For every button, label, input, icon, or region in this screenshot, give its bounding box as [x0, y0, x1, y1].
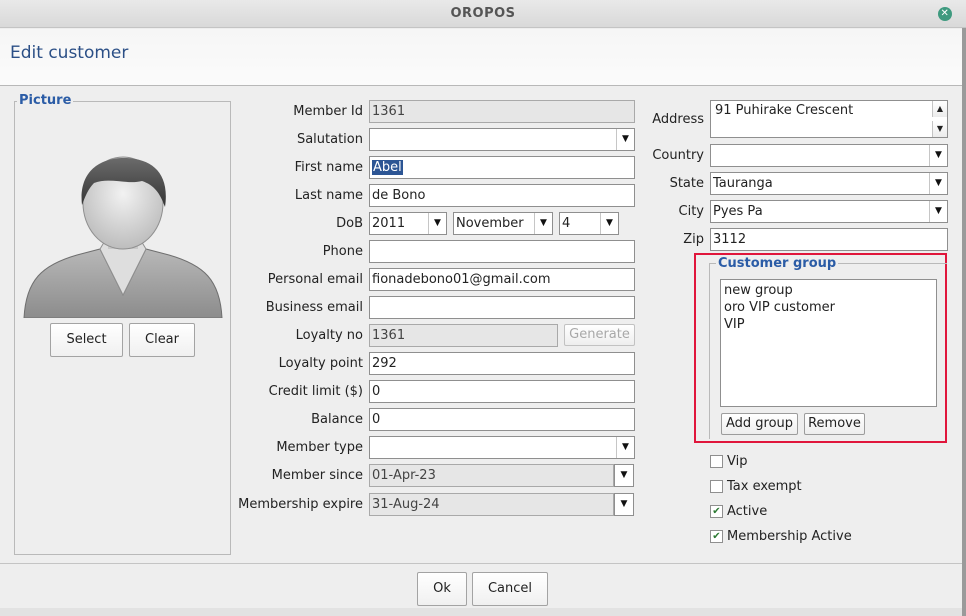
member-id-label: Member Id: [293, 104, 363, 119]
first-name-value: Abel: [372, 160, 403, 175]
close-icon[interactable]: ✕: [938, 7, 952, 21]
address-value: 91 Puhirake Crescent: [715, 103, 854, 118]
state-label: State: [669, 176, 704, 191]
vip-checkbox[interactable]: Vip: [710, 454, 830, 472]
personal-email-label: Personal email: [267, 272, 363, 287]
chevron-down-icon[interactable]: ▼: [534, 213, 552, 234]
chevron-down-icon[interactable]: ▼: [614, 464, 634, 487]
cancel-button[interactable]: Cancel: [472, 572, 548, 606]
credit-limit-label: Credit limit ($): [268, 384, 363, 399]
credit-limit-field[interactable]: 0: [369, 380, 635, 403]
chevron-down-icon[interactable]: ▼: [600, 213, 618, 234]
balance-field[interactable]: 0: [369, 408, 635, 431]
chevron-down-icon[interactable]: ▼: [616, 129, 634, 150]
salutation-select[interactable]: ▼: [369, 128, 635, 151]
salutation-label: Salutation: [296, 132, 363, 147]
vip-label: Vip: [727, 454, 748, 469]
dob-month-select[interactable]: November ▼: [453, 212, 553, 235]
city-select[interactable]: Pyes Pa ▼: [710, 200, 948, 223]
phone-field[interactable]: [369, 240, 635, 263]
personal-email-field[interactable]: fionadebono01@gmail.com: [369, 268, 635, 291]
state-value: Tauranga: [713, 176, 773, 191]
balance-label: Balance: [311, 412, 363, 427]
active-checkbox[interactable]: ✔ Active: [710, 504, 830, 522]
chevron-down-icon[interactable]: ▼: [616, 437, 634, 458]
window-title: OROPOS: [450, 6, 516, 21]
business-email-field[interactable]: [369, 296, 635, 319]
dialog-header: Edit customer: [0, 29, 962, 86]
generate-button[interactable]: Generate: [564, 324, 635, 346]
loyalty-point-field[interactable]: 292: [369, 352, 635, 375]
background-window-strip: [0, 608, 962, 616]
user-avatar-icon: [23, 156, 223, 318]
list-item[interactable]: oro VIP customer: [724, 299, 933, 316]
member-type-select[interactable]: ▼: [369, 436, 635, 459]
zip-label: Zip: [683, 232, 704, 247]
phone-label: Phone: [322, 244, 363, 259]
chevron-down-icon[interactable]: ▼: [428, 213, 446, 234]
last-name-field[interactable]: de Bono: [369, 184, 635, 207]
window-titlebar: OROPOS ✕: [0, 0, 966, 28]
address-label: Address: [652, 112, 704, 127]
dob-label: DoB: [336, 216, 363, 231]
last-name-label: Last name: [294, 188, 363, 203]
first-name-label: First name: [294, 160, 363, 175]
first-name-field[interactable]: Abel: [369, 156, 635, 179]
member-id-field[interactable]: 1361: [369, 100, 635, 123]
page-title: Edit customer: [10, 43, 129, 63]
tax-exempt-label: Tax exempt: [727, 479, 802, 494]
check-icon[interactable]: ✔: [710, 505, 723, 518]
loyalty-point-label: Loyalty point: [278, 356, 363, 371]
checkbox-box[interactable]: [710, 455, 723, 468]
list-item[interactable]: new group: [724, 282, 933, 299]
ok-button[interactable]: Ok: [417, 572, 467, 606]
loyalty-no-label: Loyalty no: [295, 328, 363, 343]
membership-active-checkbox[interactable]: ✔ Membership Active: [710, 529, 852, 547]
city-value: Pyes Pa: [713, 204, 763, 219]
list-item[interactable]: VIP: [724, 316, 933, 333]
customer-group-list[interactable]: new group oro VIP customer VIP: [720, 279, 937, 407]
business-email-label: Business email: [265, 300, 363, 315]
remove-group-button[interactable]: Remove: [804, 413, 865, 435]
tax-exempt-checkbox[interactable]: Tax exempt: [710, 479, 830, 497]
zip-field[interactable]: 3112: [710, 228, 948, 251]
member-since-label: Member since: [271, 468, 363, 483]
member-since-field[interactable]: 01-Apr-23: [369, 464, 614, 487]
select-picture-button[interactable]: Select: [50, 323, 123, 357]
chevron-down-icon[interactable]: ▼: [614, 493, 634, 516]
member-type-label: Member type: [276, 440, 363, 455]
active-label: Active: [727, 504, 768, 519]
picture-legend: Picture: [17, 93, 74, 108]
membership-active-label: Membership Active: [727, 529, 852, 544]
customer-group-legend: Customer group: [716, 256, 839, 271]
country-select[interactable]: ▼: [710, 144, 948, 167]
chevron-down-icon[interactable]: ▼: [929, 173, 947, 194]
dob-month-value: November: [456, 216, 524, 231]
dob-year-select[interactable]: 2011 ▼: [369, 212, 447, 235]
state-select[interactable]: Tauranga ▼: [710, 172, 948, 195]
window-edge: [962, 28, 966, 616]
add-group-button[interactable]: Add group: [721, 413, 798, 435]
city-label: City: [678, 204, 704, 219]
check-icon[interactable]: ✔: [710, 530, 723, 543]
clear-picture-button[interactable]: Clear: [129, 323, 195, 357]
membership-expire-field[interactable]: 31-Aug-24: [369, 493, 614, 516]
footer-divider: [0, 563, 962, 564]
chevron-down-icon[interactable]: ▼: [929, 201, 947, 222]
dob-year-value: 2011: [372, 216, 406, 231]
membership-expire-label: Membership expire: [238, 497, 363, 512]
dob-day-value: 4: [562, 216, 571, 231]
dob-day-select[interactable]: 4 ▼: [559, 212, 619, 235]
scroll-up-icon[interactable]: ▲: [932, 101, 947, 117]
checkbox-box[interactable]: [710, 480, 723, 493]
scroll-down-icon[interactable]: ▼: [932, 121, 947, 137]
chevron-down-icon[interactable]: ▼: [929, 145, 947, 166]
address-textarea[interactable]: 91 Puhirake Crescent ▲ ▼: [710, 100, 948, 138]
loyalty-no-field[interactable]: 1361: [369, 324, 558, 347]
country-label: Country: [652, 148, 704, 163]
